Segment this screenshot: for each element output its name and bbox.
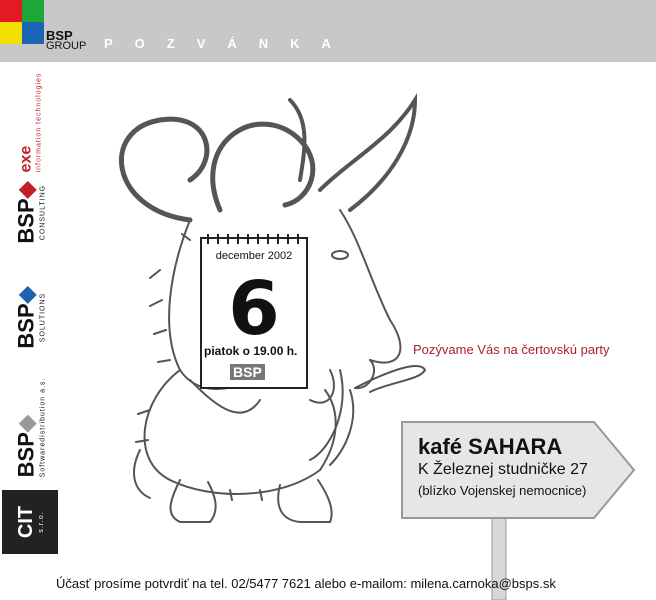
calendar-day-number: 6: [228, 266, 280, 352]
logo-bsp-1-text: BSP: [13, 197, 39, 244]
arrow-icon: ◆: [13, 414, 39, 432]
venue-name: kafé SAHARA: [418, 434, 563, 459]
calendar-day-time: piatok o 19.00 h.: [204, 344, 298, 358]
invite-text: Pozývame Vás na čertovskú party: [413, 342, 610, 357]
square-red: [0, 0, 22, 22]
logo-squares: [0, 0, 44, 44]
calendar: december 2002 6 piatok o 19.00 h. BSP: [200, 232, 308, 390]
page-title: POZVÁNKA: [104, 36, 353, 51]
logo-bsp-2-text: BSP: [13, 302, 39, 349]
calendar-date: december 2002: [215, 250, 293, 262]
venue-near: (blízko Vojenskej nemocnice): [418, 483, 587, 498]
logo-cit: CIT s.r.o.: [2, 490, 58, 554]
square-yellow: [0, 22, 22, 44]
brand-logo: BSP GROUP: [46, 29, 87, 52]
logo-bsp-software: BSP◆ Softwaredistribution a.s.: [2, 372, 58, 482]
logo-cit-sub: s.r.o.: [38, 511, 45, 533]
calendar-brand: BSP: [230, 364, 265, 380]
logo-bsp-3-text: BSP: [13, 431, 39, 477]
header-bar: BSP GROUP POZVÁNKA: [0, 0, 656, 62]
logo-bsp-3-sub: Softwaredistribution a.s.: [39, 377, 47, 477]
sponsor-sidebar: exe information technologies BSP◆ CONSUL…: [0, 62, 60, 600]
logo-bsp-2-sub: SOLUTIONS: [39, 292, 47, 342]
arrow-icon: ◆: [13, 285, 39, 303]
square-blue: [22, 22, 44, 44]
brand-sub: GROUP: [46, 40, 87, 52]
venue-address: K Železnej studničke 27: [418, 461, 588, 478]
logo-bsp-1-sub: CONSULTING: [39, 184, 47, 240]
logo-bsp-solutions: BSP◆ SOLUTIONS: [2, 272, 58, 362]
arrow-icon: ◆: [13, 180, 39, 198]
square-green: [22, 0, 44, 22]
logo-exe: exe information technologies: [2, 72, 58, 172]
logo-cit-text: CIT: [15, 505, 37, 539]
logo-exe-sub: information technologies: [35, 72, 43, 172]
logo-exe-text: exe: [17, 145, 35, 172]
logo-bsp-consulting: BSP◆ CONSULTING: [2, 172, 58, 252]
rsvp-footer: Účasť prosíme potvrdiť na tel. 02/5477 7…: [56, 576, 556, 591]
